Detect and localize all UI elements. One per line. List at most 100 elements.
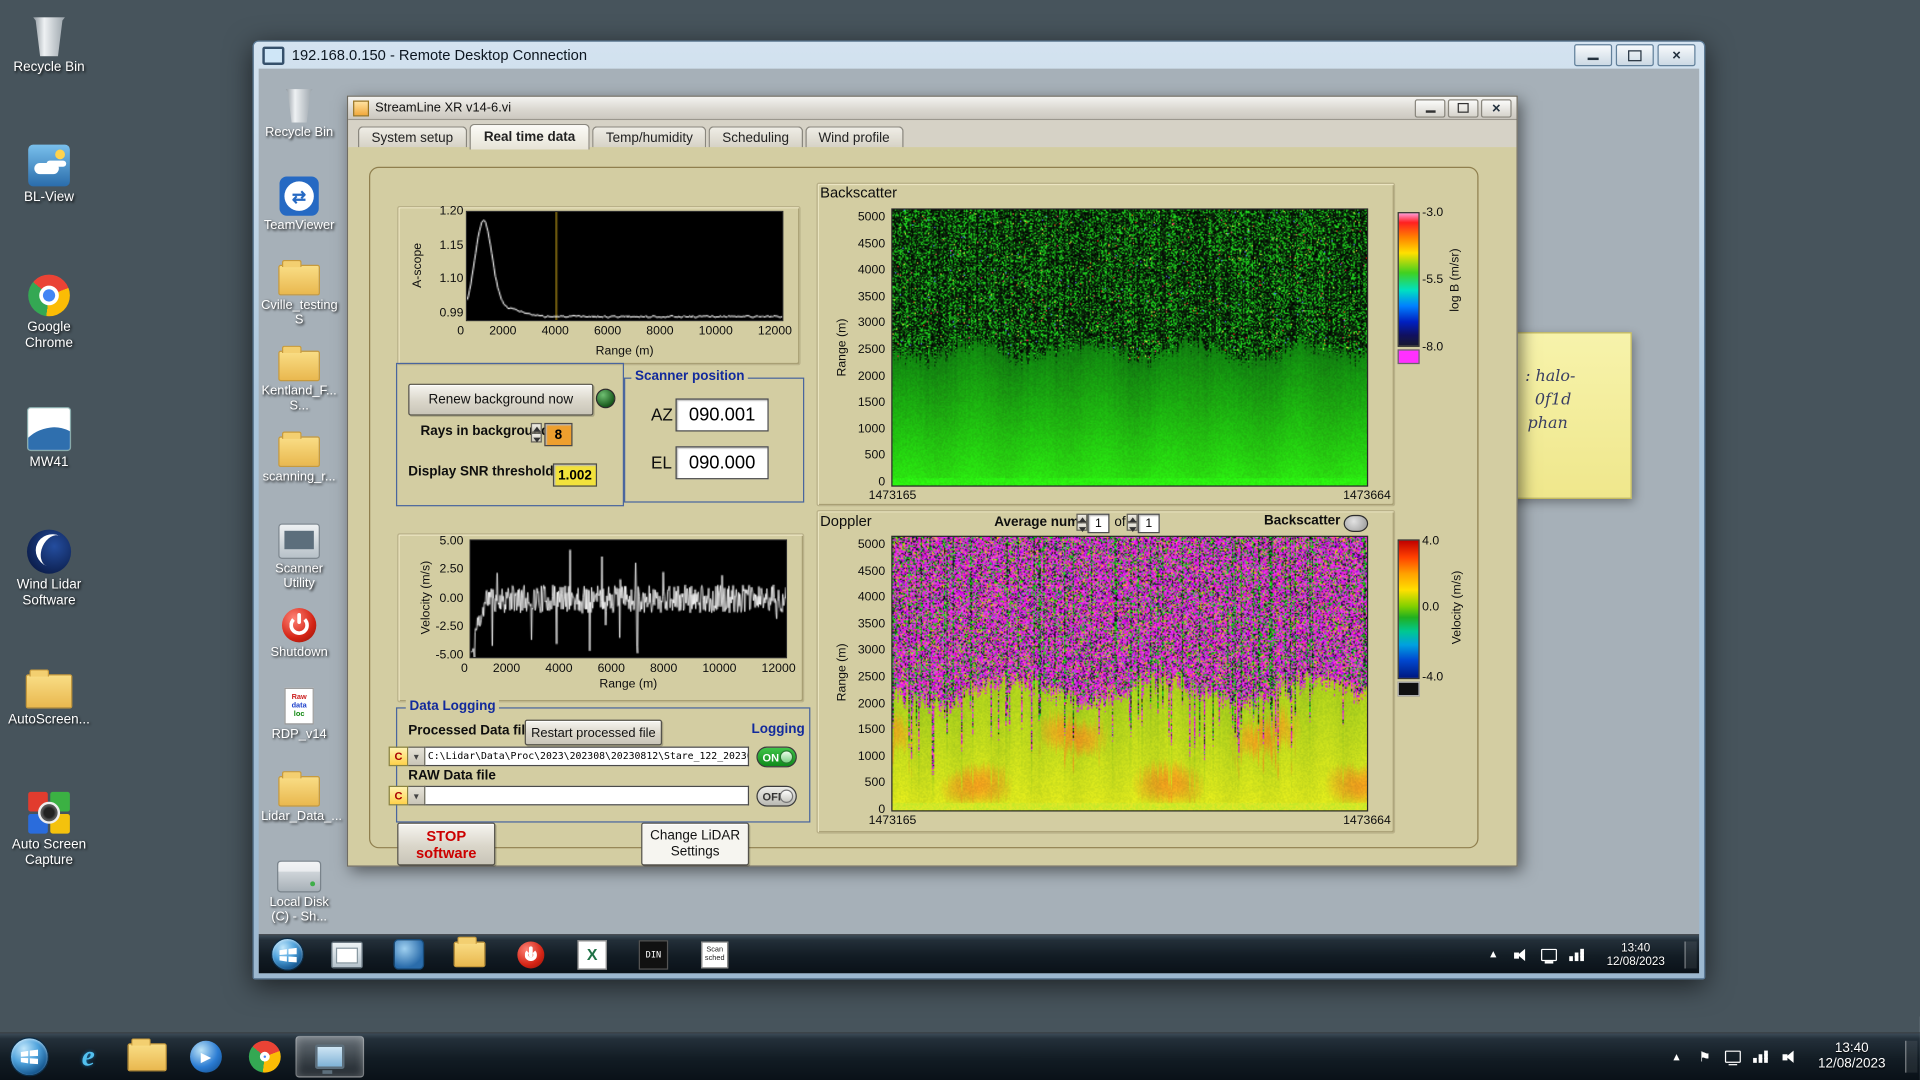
taskbar-media-player[interactable] xyxy=(178,1037,234,1076)
processed-path-field[interactable]: C:\Lidar\Data\Proc\2023\202308\20230812\… xyxy=(425,746,750,767)
show-desktop-button[interactable] xyxy=(1905,1040,1918,1073)
processed-logging-toggle[interactable]: ON xyxy=(756,746,797,768)
change-lidar-settings-button[interactable]: Change LiDAR Settings xyxy=(641,822,750,866)
remote-taskbar-folder[interactable] xyxy=(453,936,486,970)
raw-path-control[interactable]: C ▾ xyxy=(388,785,750,806)
rdp-title-bar[interactable]: 192.168.0.150 - Remote Desktop Connectio… xyxy=(254,42,1704,69)
tab-system-setup[interactable]: System setup xyxy=(357,126,467,150)
desktop-icon-mw41[interactable]: MW41 xyxy=(2,402,95,471)
raw-file-label: RAW Data file xyxy=(408,768,496,784)
average-number-field[interactable]: 1 xyxy=(1087,513,1110,534)
tab-real-time-data[interactable]: Real time data xyxy=(469,123,590,150)
remote-taskbar-blue-app[interactable] xyxy=(392,938,424,970)
display-icon[interactable] xyxy=(1724,1050,1741,1063)
renew-led-indicator xyxy=(595,388,616,409)
taskbar-chrome[interactable] xyxy=(237,1037,293,1076)
close-button[interactable] xyxy=(1657,44,1696,67)
maximize-button[interactable] xyxy=(1615,44,1654,67)
raw-path-field[interactable] xyxy=(425,785,750,806)
rays-value-field[interactable]: 8 xyxy=(544,422,573,447)
network-icon[interactable] xyxy=(1569,946,1587,963)
hidden-icons-arrow[interactable] xyxy=(1484,946,1502,963)
chrome-icon xyxy=(28,274,70,317)
remote-icon-teamviewer[interactable]: TeamViewer xyxy=(261,172,337,233)
processed-path-control[interactable]: C ▾ C:\Lidar\Data\Proc\2023\202308\20230… xyxy=(388,746,750,767)
remote-icon-label: TeamViewer xyxy=(263,218,335,233)
desktop-icon-auto-screen-capture[interactable]: Auto Screen Capture xyxy=(2,785,95,870)
host-clock[interactable]: 13:40 12/08/2023 xyxy=(1808,1041,1895,1073)
path-browse-button[interactable]: ▾ xyxy=(408,785,426,806)
backscatter-indicator-led[interactable] xyxy=(1343,514,1369,533)
desktop-icon-label: AutoScreen... xyxy=(8,712,90,727)
remote-start-button[interactable] xyxy=(270,937,305,971)
app-title-bar[interactable]: StreamLine XR v14-6.vi xyxy=(348,96,1517,121)
backscatter-title: Backscatter xyxy=(820,183,898,202)
action-center-flag-icon[interactable] xyxy=(1695,1048,1713,1065)
remote-icon-scanning[interactable]: scanning_r... xyxy=(261,423,337,484)
desktop-icon-autoscreen-folder[interactable]: AutoScreen... xyxy=(2,660,95,729)
average-total-spinner[interactable] xyxy=(1126,513,1138,533)
desktop-icon-wind-lidar[interactable]: Wind Lidar Software xyxy=(2,525,95,610)
hidden-icons-arrow[interactable] xyxy=(1667,1048,1685,1065)
restart-processed-button[interactable]: Restart processed file xyxy=(524,719,663,746)
recycle-bin-icon xyxy=(33,17,65,57)
doppler-title: Doppler xyxy=(820,512,872,530)
blue-app-icon xyxy=(392,939,424,970)
raw-data-doc-icon: Raw data loc xyxy=(284,687,314,725)
az-value-field[interactable]: 090.001 xyxy=(675,398,769,432)
stop-software-button[interactable]: STOP software xyxy=(397,822,496,866)
remote-clock[interactable]: 13:40 12/08/2023 xyxy=(1597,941,1675,968)
maximize-button[interactable] xyxy=(1447,98,1479,118)
minimize-button[interactable] xyxy=(1414,98,1446,118)
volume-icon[interactable] xyxy=(1780,1048,1798,1065)
taskbar-ie[interactable]: e xyxy=(60,1037,116,1076)
tab-scheduling[interactable]: Scheduling xyxy=(708,126,803,150)
velocity-x-tick: 0 xyxy=(460,661,468,676)
backscatter-time-end: 1473664 xyxy=(1343,489,1391,503)
remote-icon-local-disk[interactable]: Local Disk (C) - Sh... xyxy=(261,848,337,924)
remote-icon-kentland[interactable]: Kentland_F... S... xyxy=(261,337,337,413)
remote-icon-cville-testing[interactable]: Cville_testing S xyxy=(261,251,338,327)
renew-background-button[interactable]: Renew background now xyxy=(408,383,594,416)
start-button[interactable] xyxy=(9,1037,50,1077)
average-number-spinner[interactable] xyxy=(1076,513,1088,533)
rays-spinner[interactable] xyxy=(530,422,542,443)
remote-icon-rdp-v14[interactable]: Raw data loc RDP_v14 xyxy=(261,680,337,742)
taskbar-rdp-active[interactable] xyxy=(295,1035,365,1078)
snr-threshold-field[interactable]: 1.002 xyxy=(552,463,598,487)
remote-icon-shutdown[interactable]: Shutdown xyxy=(261,598,337,660)
desktop-icon-google-chrome[interactable]: Google Chrome xyxy=(2,267,95,352)
remote-taskbar-scan-sched[interactable]: Scan sched xyxy=(699,938,731,970)
taskbar-explorer[interactable] xyxy=(119,1037,175,1076)
remote-taskbar-shutdown[interactable] xyxy=(515,938,547,970)
remote-icon-lidar-data[interactable]: Lidar_Data_... xyxy=(261,762,342,824)
recycle-bin-icon xyxy=(285,89,313,123)
remote-taskbar-explorer[interactable] xyxy=(331,938,363,970)
backscatter-y-tick: 4000 xyxy=(857,263,886,278)
remote-taskbar-din[interactable]: DIN xyxy=(637,938,669,970)
desktop-icon-bl-view[interactable]: BL-View xyxy=(2,137,95,206)
backscatter-y-tick: 2500 xyxy=(857,343,886,357)
tab-wind-profile[interactable]: Wind profile xyxy=(804,126,904,150)
rdp-monitor-icon xyxy=(315,1044,345,1074)
remote-icon-scanner-utility[interactable]: Scanner Utility xyxy=(261,515,337,591)
path-browse-button[interactable]: ▾ xyxy=(408,746,426,767)
network-icon[interactable] xyxy=(1752,1048,1770,1065)
remote-icon-recycle-bin[interactable]: Recycle Bin xyxy=(261,78,337,140)
backscatter-underrange-chip xyxy=(1397,349,1420,365)
display-icon[interactable] xyxy=(1541,948,1558,961)
remote-taskbar-excel[interactable] xyxy=(576,938,608,970)
volume-icon[interactable] xyxy=(1512,946,1530,963)
tab-temp-humidity[interactable]: Temp/humidity xyxy=(592,126,707,150)
of-label: of xyxy=(1114,514,1126,530)
raw-logging-toggle[interactable]: OFF xyxy=(756,785,797,807)
ascope-y-tick: 1.15 xyxy=(439,238,464,253)
average-total-field[interactable]: 1 xyxy=(1137,513,1160,534)
backscatter-time-start: 1473165 xyxy=(868,489,917,503)
desktop-icon-recycle-bin[interactable]: Recycle Bin xyxy=(2,7,95,76)
minimize-button[interactable] xyxy=(1574,44,1613,67)
close-button[interactable] xyxy=(1480,98,1512,118)
drive-letter-icon: C xyxy=(388,746,409,767)
show-desktop-button[interactable] xyxy=(1684,940,1697,968)
el-value-field[interactable]: 090.000 xyxy=(675,446,769,480)
